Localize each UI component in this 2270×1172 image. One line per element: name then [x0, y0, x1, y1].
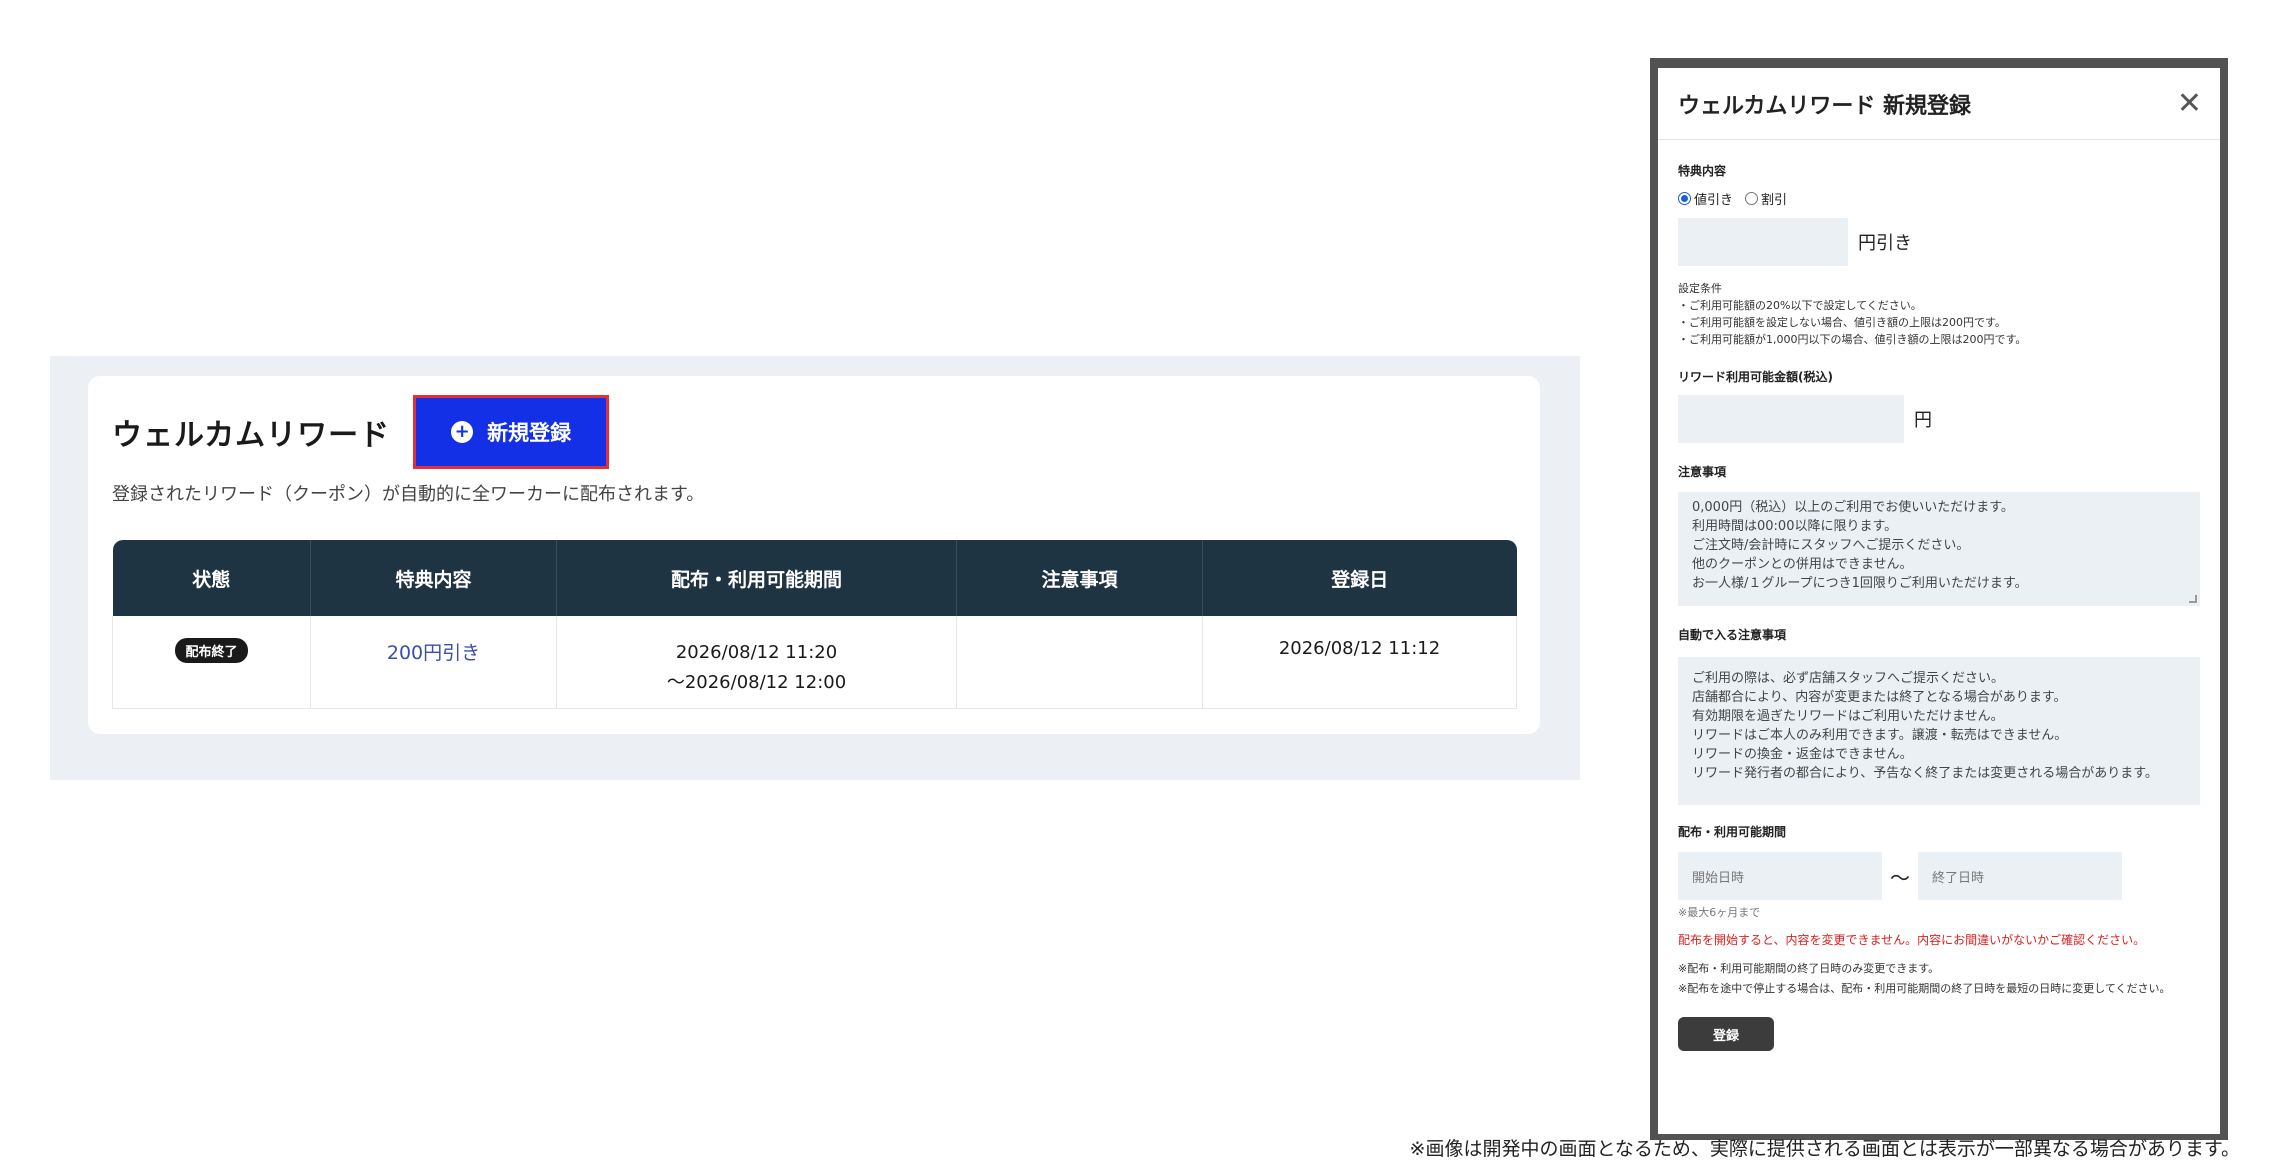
rewards-card: ウェルカムリワード + 新規登録 登録されたリワード（クーポン）が自動的に全ワー… — [88, 376, 1540, 734]
conditions-block: 設定条件 ・ご利用可能額の20%以下で設定してください。 ・ご利用可能額を設定し… — [1678, 280, 2200, 348]
cell-registered: 2026/08/12 11:12 — [1202, 616, 1517, 709]
notes-placeholder-line: 他のクーポンとの併用はできません。 — [1692, 557, 1913, 572]
start-datetime-input[interactable]: 開始日時 — [1678, 852, 1882, 900]
auto-note-line: 有効期限を過ぎたリワードはご利用いただけません。 — [1692, 709, 2004, 724]
warning-text: 配布を開始すると、内容を変更できません。内容にお間違いがないかご確認ください。 — [1678, 933, 2146, 947]
card-header: ウェルカムリワード + 新規登録 — [112, 395, 610, 469]
plus-circle-icon: + — [451, 421, 474, 443]
end-datetime-input[interactable]: 終了日時 — [1918, 852, 2122, 900]
footnote: ※画像は開発中の画面となるため、実際に提供される画面とは表示が一部異なる場合があ… — [1409, 1138, 2240, 1160]
new-registration-button[interactable]: + 新規登録 — [413, 395, 610, 469]
notes-placeholder-line: 0,000円（税込）以上のご利用でお使いいただけます。 — [1692, 500, 2014, 515]
period-separator: 〜 — [1890, 865, 1910, 890]
registration-modal: ウェルカムリワード 新規登録 ✕ 特典内容 値引き 割引 円引き 設定条件 ・ご… — [1658, 68, 2220, 1134]
notes-placeholder-line: お一人様/１グループにつき1回限りご利用いただけます。 — [1692, 576, 2028, 591]
resize-handle-icon[interactable] — [2189, 595, 2197, 603]
min-amount-label: リワード利用可能金額(税込) — [1678, 370, 1833, 384]
period-row: 開始日時 〜 終了日時 — [1678, 852, 2200, 900]
notes-label: 注意事項 — [1678, 465, 1727, 479]
conditions-title: 設定条件 — [1678, 282, 1722, 295]
auto-note-line: ご利用の際は、必ず店舗スタッフへご提示ください。 — [1692, 671, 2005, 686]
max-period-note: ※最大6ヶ月まで — [1678, 906, 1761, 919]
auto-notes-box: ご利用の際は、必ず店舗スタッフへご提示ください。 店舗都合により、内容が変更また… — [1678, 657, 2200, 805]
condition-line: ・ご利用可能額の20%以下で設定してください。 — [1678, 299, 1922, 312]
discount-unit: 円引き — [1858, 233, 1912, 254]
min-amount-input[interactable] — [1678, 395, 1904, 443]
auto-note-line: リワードはご本人のみ利用できます。譲渡・転売はできません。 — [1692, 728, 2068, 743]
cell-benefit: 200円引き — [310, 616, 557, 709]
period-end: 〜2026/08/12 12:00 — [666, 672, 847, 693]
table-header-row: 状態 特典内容 配布・利用可能期間 注意事項 登録日 — [112, 540, 1517, 616]
min-amount-row: 円 — [1678, 395, 2200, 443]
page-title: ウェルカムリワード — [112, 418, 391, 453]
info-line: ※配布・利用可能期間の終了日時のみ変更できます。 — [1678, 962, 1940, 975]
auto-note-line: リワード発行者の都合により、予告なく終了または変更される場合があります。 — [1692, 766, 2158, 781]
close-icon[interactable]: ✕ — [2177, 88, 2202, 119]
benefit-type-radio-group: 値引き 割引 — [1678, 189, 2200, 208]
new-registration-label: 新規登録 — [487, 421, 572, 445]
auto-note-line: 店舗都合により、内容が変更または終了となる場合があります。 — [1692, 690, 2067, 705]
min-amount-unit: 円 — [1914, 410, 1932, 431]
condition-line: ・ご利用可能額が1,000円以下の場合、値引き額の上限は200円です。 — [1678, 333, 2027, 346]
register-button[interactable]: 登録 — [1678, 1017, 1774, 1051]
column-header-period: 配布・利用可能期間 — [556, 540, 957, 616]
status-badge: 配布終了 — [175, 638, 248, 663]
column-header-notes: 注意事項 — [956, 540, 1203, 616]
period-label: 配布・利用可能期間 — [1678, 825, 1787, 839]
notes-placeholder-line: ご注文時/会計時にスタッフへご提示ください。 — [1692, 538, 1970, 553]
column-header-registered: 登録日 — [1331, 568, 1389, 591]
condition-line: ・ご利用可能額を設定しない場合、値引き額の上限は200円です。 — [1678, 316, 2006, 329]
cell-notes — [956, 616, 1203, 709]
radio-percent[interactable] — [1745, 192, 1759, 205]
rewards-panel: ウェルカムリワード + 新規登録 登録されたリワード（クーポン）が自動的に全ワー… — [50, 356, 1580, 780]
table-row: 配布終了 200円引き 2026/08/12 11:20 〜2026/08/12… — [112, 616, 1517, 709]
modal-header: ウェルカムリワード 新規登録 ✕ — [1658, 68, 2220, 140]
auto-notes-label: 自動で入る注意事項 — [1678, 628, 1787, 642]
rewards-table: 状態 特典内容 配布・利用可能期間 注意事項 登録日 配布終了 200円引き 2… — [112, 540, 1517, 709]
page-description: 登録されたリワード（クーポン）が自動的に全ワーカーに配布されます。 — [112, 484, 705, 505]
info-line: ※配布を途中で停止する場合は、配布・利用可能期間の終了日時を最短の日時に変更して… — [1678, 982, 2171, 995]
modal-body: 特典内容 値引き 割引 円引き 設定条件 ・ご利用可能額の20%以下で設定してく… — [1658, 140, 2220, 1051]
benefit-link[interactable]: 200円引き — [387, 642, 480, 664]
notes-placeholder-line: 利用時間は00:00以降に限ります。 — [1692, 519, 1898, 534]
auto-note-line: リワードの換金・返金はできません。 — [1692, 747, 1913, 762]
period-start: 2026/08/12 11:20 — [675, 642, 838, 663]
cell-period: 2026/08/12 11:20 〜2026/08/12 12:00 — [556, 616, 957, 709]
info-block: ※配布・利用可能期間の終了日時のみ変更できます。 ※配布を途中で停止する場合は、… — [1678, 959, 2200, 999]
cell-status: 配布終了 — [112, 616, 311, 709]
radio-discount-label: 値引き — [1694, 193, 1734, 208]
radio-discount[interactable] — [1678, 192, 1691, 205]
column-header-status: 状態 — [112, 540, 311, 616]
notes-textarea[interactable]: 0,000円（税込）以上のご利用でお使いいただけます。 利用時間は00:00以降… — [1678, 492, 2200, 606]
column-header-benefit: 特典内容 — [310, 540, 557, 616]
discount-amount-input[interactable] — [1678, 218, 1848, 266]
benefit-section-label: 特典内容 — [1678, 164, 1727, 178]
radio-percent-label: 割引 — [1761, 193, 1788, 208]
modal-title: ウェルカムリワード 新規登録 — [1678, 93, 1972, 119]
discount-row: 円引き — [1678, 218, 2200, 266]
